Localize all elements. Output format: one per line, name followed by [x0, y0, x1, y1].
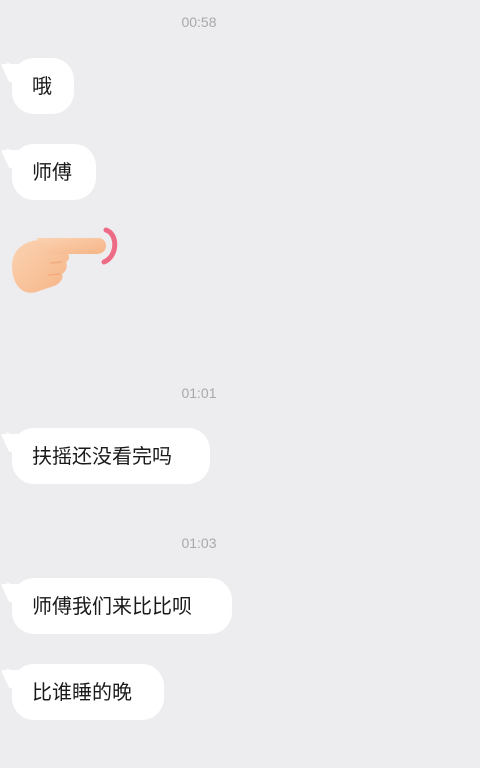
- bubble-tail: [6, 148, 20, 162]
- pointing-hand-icon: [12, 227, 118, 293]
- message-bubble-1[interactable]: 哦: [6, 58, 74, 114]
- bubble-tail: [6, 432, 20, 446]
- message-text: 师傅: [32, 160, 72, 184]
- message-text: 比谁睡的晚: [32, 680, 132, 704]
- message-text: 师傅我们来比比呗: [32, 594, 192, 618]
- message-text: 哦: [32, 74, 52, 98]
- pointing-hand-sticker[interactable]: [6, 222, 126, 302]
- message-text: 扶摇还没看完吗: [32, 444, 172, 468]
- message-bubble-3[interactable]: 扶摇还没看完吗: [6, 428, 210, 484]
- message-bubble-4[interactable]: 师傅我们来比比呗: [6, 578, 232, 634]
- bubble-tail: [6, 62, 20, 76]
- message-bubble-2[interactable]: 师傅: [6, 144, 96, 200]
- timestamp-0103: 01:03: [181, 535, 217, 551]
- timestamp-0058: 00:58: [181, 14, 217, 30]
- message-bubble-5[interactable]: 比谁睡的晚: [6, 664, 164, 720]
- bubble-tail: [6, 582, 20, 596]
- timestamp-0101: 01:01: [181, 385, 217, 401]
- bubble-tail: [6, 668, 20, 682]
